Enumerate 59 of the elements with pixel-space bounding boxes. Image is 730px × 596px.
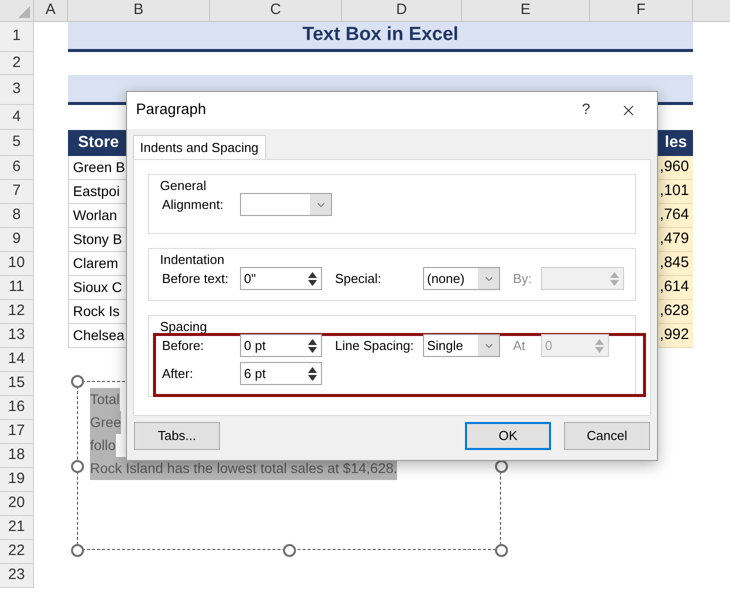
row-header[interactable]: 16 xyxy=(0,396,34,420)
dropdown[interactable]: Single xyxy=(423,334,500,357)
row-header[interactable]: 10 xyxy=(0,252,34,276)
column-header[interactable]: B xyxy=(68,0,210,21)
spin-box[interactable]: 0" xyxy=(240,267,322,290)
row-header[interactable]: 7 xyxy=(0,180,34,204)
row-header[interactable]: 12 xyxy=(0,300,34,324)
resize-handle[interactable] xyxy=(71,460,84,473)
row-header[interactable]: 4 xyxy=(0,105,34,130)
resize-handle[interactable] xyxy=(71,375,84,388)
dropdown[interactable] xyxy=(240,193,332,216)
spin-box[interactable]: 0 pt xyxy=(240,334,322,357)
sheet-title: Text Box in Excel xyxy=(68,22,693,52)
column-header[interactable]: D xyxy=(342,0,462,21)
dialog-button[interactable]: OK xyxy=(465,422,551,450)
row-header[interactable]: 21 xyxy=(0,516,34,540)
dialog-button[interactable]: Tabs... xyxy=(134,422,220,450)
row-header[interactable]: 17 xyxy=(0,420,34,444)
up-arrow-icon[interactable] xyxy=(308,366,317,372)
row-header[interactable]: 13 xyxy=(0,324,34,348)
row-header[interactable]: 15 xyxy=(0,372,34,396)
field-label: Line Spacing: xyxy=(335,336,415,355)
up-arrow-icon[interactable] xyxy=(308,338,317,344)
row-header[interactable]: 1 xyxy=(0,22,34,52)
spin-box[interactable]: 6 pt xyxy=(240,362,322,385)
column-header[interactable]: A xyxy=(34,0,68,21)
down-arrow-icon[interactable] xyxy=(308,346,317,352)
row-header[interactable]: 9 xyxy=(0,228,34,252)
dialog-button[interactable]: Cancel xyxy=(564,422,650,450)
resize-handle[interactable] xyxy=(495,544,508,557)
row-header[interactable]: 19 xyxy=(0,468,34,492)
dialog-title: Paragraph xyxy=(136,100,206,120)
field-label: By: xyxy=(513,270,533,288)
resize-handle[interactable] xyxy=(283,544,296,557)
row-header[interactable]: 3 xyxy=(0,75,34,105)
dropdown[interactable]: (none) xyxy=(423,267,500,290)
row-header[interactable]: 6 xyxy=(0,156,34,180)
column-header[interactable]: E xyxy=(462,0,590,21)
field-label: At xyxy=(513,336,526,355)
row-header[interactable]: 8 xyxy=(0,204,34,228)
row-header[interactable]: 22 xyxy=(0,540,34,564)
row-header[interactable]: 2 xyxy=(0,52,34,75)
row-header[interactable]: 23 xyxy=(0,564,34,588)
down-arrow-icon[interactable] xyxy=(308,374,317,380)
tab[interactable]: Indents and Spacing xyxy=(133,135,266,159)
row-header[interactable]: 18 xyxy=(0,444,34,468)
field-label: After: xyxy=(162,364,194,383)
help-button[interactable]: ? xyxy=(571,96,601,126)
down-arrow-icon[interactable] xyxy=(308,280,317,286)
row-header[interactable]: 14 xyxy=(0,348,34,372)
column-header[interactable]: C xyxy=(210,0,342,21)
field-label: Special: xyxy=(335,270,382,288)
row-header[interactable]: 20 xyxy=(0,492,34,516)
column-header[interactable]: F xyxy=(590,0,693,21)
up-arrow-icon[interactable] xyxy=(308,272,317,278)
row-header[interactable]: 5 xyxy=(0,130,34,156)
row-header[interactable]: 11 xyxy=(0,276,34,300)
resize-handle[interactable] xyxy=(495,460,508,473)
resize-handle[interactable] xyxy=(71,544,84,557)
